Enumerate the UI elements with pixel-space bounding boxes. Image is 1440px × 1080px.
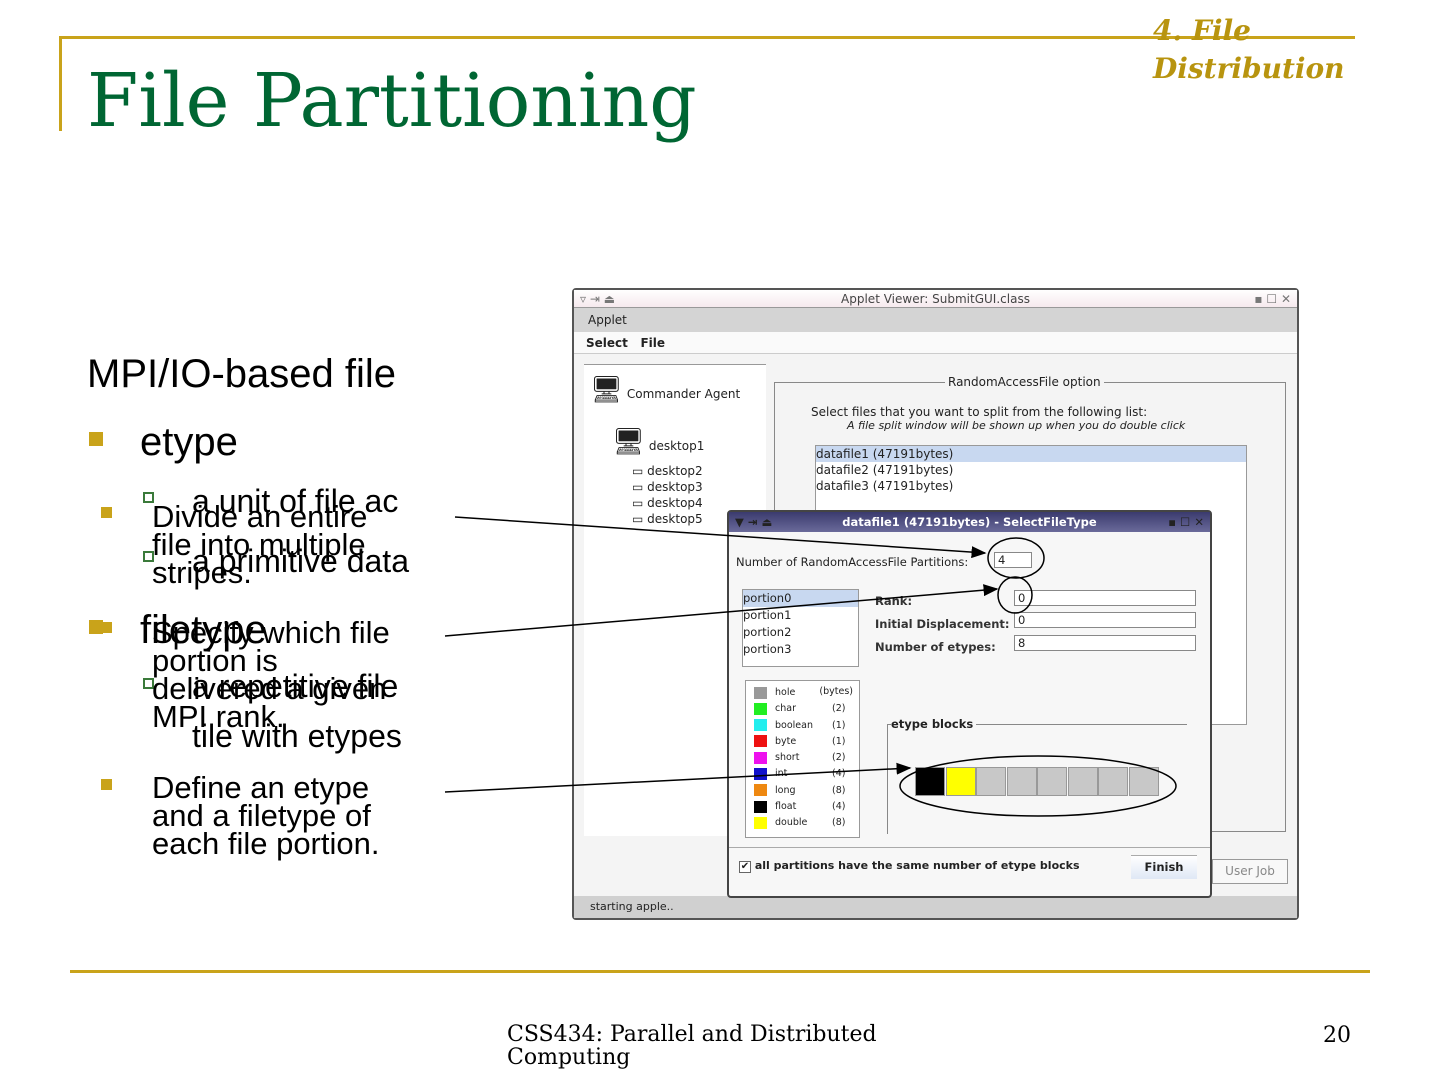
arrow-to-rank [444,584,999,637]
partitions-highlight [987,537,1045,579]
footer-rule [70,970,1370,973]
rank-highlight [997,576,1033,614]
arrow-to-partitions [454,516,987,559]
footer-course: CSS434: Parallel and Distributed Computin… [507,1022,877,1070]
page-number: 20 [1323,1023,1351,1048]
annotation-overlay [444,516,1177,817]
arrow-to-blocks [444,762,912,793]
blocks-highlight [899,755,1177,817]
